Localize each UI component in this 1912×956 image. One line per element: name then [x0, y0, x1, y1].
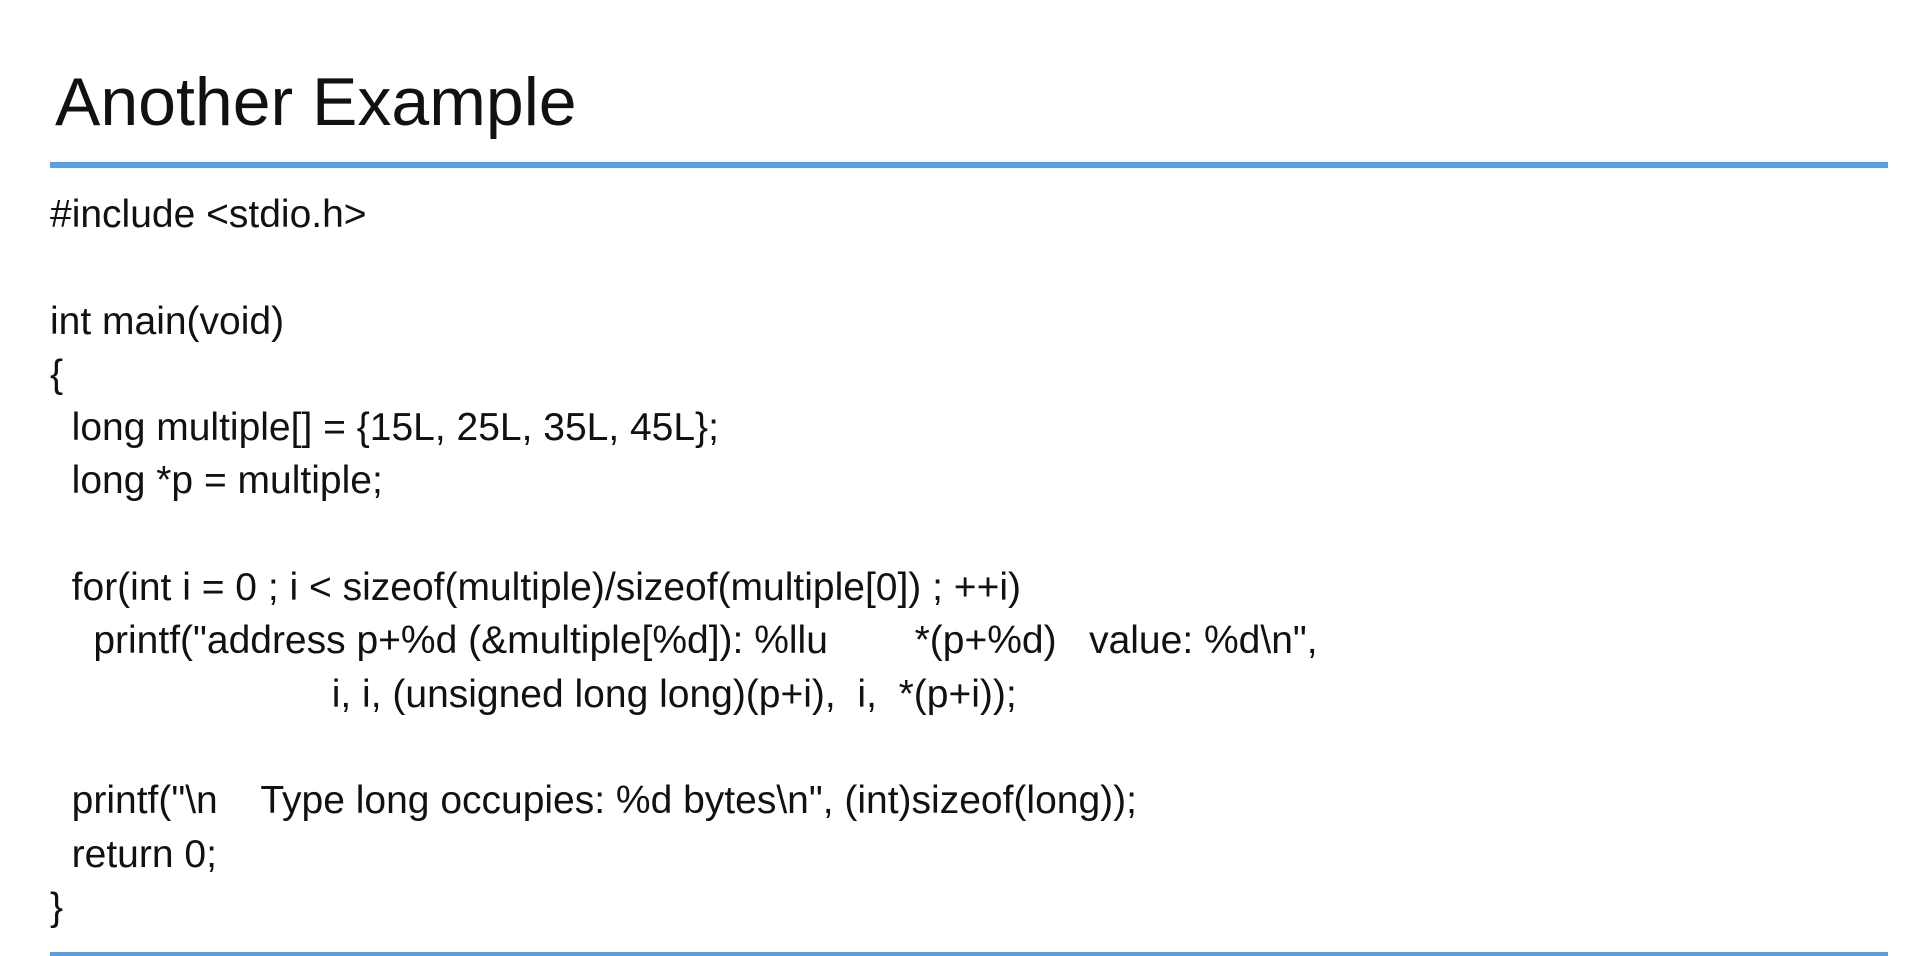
code-block: #include <stdio.h> int main(void) { long…: [50, 188, 1870, 934]
code-line: {: [50, 352, 64, 396]
code-line: i, i, (unsigned long long)(p+i), i, *(p+…: [50, 672, 1017, 716]
code-line: printf("\n Type long occupies: %d bytes\…: [50, 779, 1137, 823]
code-line: return 0;: [50, 832, 217, 876]
code-line: printf("address p+%d (&multiple[%d]): %l…: [50, 619, 1318, 663]
slide: Another Example #include <stdio.h> int m…: [0, 0, 1912, 956]
slide-title: Another Example: [55, 64, 577, 140]
code-line: }: [50, 885, 64, 929]
code-line: long *p = multiple;: [50, 459, 383, 503]
code-line: for(int i = 0 ; i < sizeof(multiple)/siz…: [50, 566, 1022, 610]
title-underline: [50, 162, 1888, 168]
code-line: long multiple[] = {15L, 25L, 35L, 45L};: [50, 406, 719, 450]
bottom-rule: [50, 952, 1888, 956]
code-line: int main(void): [50, 299, 285, 343]
code-line: #include <stdio.h>: [50, 193, 367, 236]
